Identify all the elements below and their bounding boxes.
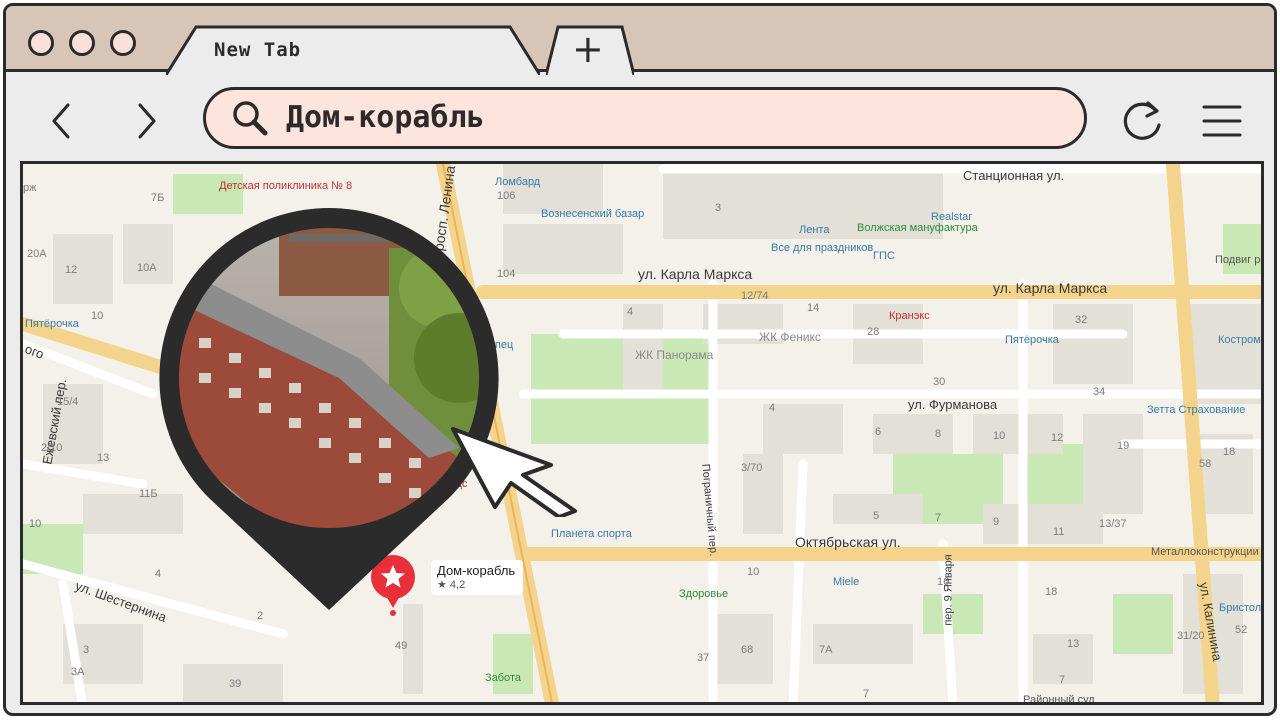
poi-label[interactable]: Районный суд xyxy=(1023,694,1095,702)
poi-label[interactable]: Вознесенский базар xyxy=(541,208,644,220)
house-number: 20А xyxy=(27,248,47,260)
poi-label[interactable]: Пятёрочка xyxy=(1005,334,1059,346)
house-number: 49 xyxy=(395,640,408,652)
plus-icon: + xyxy=(572,27,604,71)
house-number: 7 xyxy=(863,688,870,700)
house-number: 3 xyxy=(715,202,722,214)
address-bar[interactable]: Дом-корабль xyxy=(203,87,1087,149)
house-number: 37 xyxy=(697,652,710,664)
poi-label[interactable]: Кранэкс xyxy=(889,310,930,322)
close-window-button[interactable] xyxy=(28,30,54,56)
house-number: 3 xyxy=(83,644,90,656)
poi-label[interactable]: ЖК Феникс xyxy=(759,330,821,344)
house-number: 12 xyxy=(1051,432,1064,444)
poi-label[interactable]: Realstar xyxy=(931,211,972,223)
house-number: 8 xyxy=(935,428,942,440)
house-number: 7 xyxy=(1059,674,1066,686)
house-number: 58 xyxy=(1199,458,1212,470)
house-number: 7 xyxy=(935,512,942,524)
poi-label[interactable]: Кострома ювелирный xyxy=(1218,334,1261,346)
house-number: 13/37 xyxy=(1099,518,1127,530)
tab-strip: New Tab + xyxy=(6,6,1274,75)
house-number: 5 xyxy=(873,510,880,522)
street-label: Октябрьская ул. xyxy=(795,534,901,550)
hamburger-menu-icon[interactable] xyxy=(1201,101,1243,141)
poi-label[interactable]: Все для праздников xyxy=(771,242,873,254)
house-number: 68 xyxy=(741,644,754,656)
house-number: 13 xyxy=(1067,638,1080,650)
house-number: 10 xyxy=(993,430,1006,442)
poi-label[interactable]: Пятёрочка xyxy=(25,318,79,330)
street-label: пер. 9 Января xyxy=(942,554,955,626)
house-number: 6 xyxy=(875,426,882,438)
house-number: 34 xyxy=(1093,386,1106,398)
poi-label[interactable]: Бристоль xyxy=(1219,602,1261,614)
reload-icon[interactable] xyxy=(1118,97,1166,145)
poi-label[interactable]: Забота xyxy=(485,672,521,684)
house-number: 31/20 xyxy=(1177,630,1205,642)
house-number: 11 xyxy=(1053,526,1065,538)
house-number: 10А xyxy=(137,262,157,274)
house-number: 10 xyxy=(29,518,42,530)
poi-label[interactable]: ГПС xyxy=(873,250,895,262)
house-number: 15/4 xyxy=(57,396,79,408)
house-number: 18 xyxy=(1223,446,1236,458)
ship-house-building-photo xyxy=(159,208,499,610)
house-number: 10 xyxy=(91,310,104,322)
house-number: 14 xyxy=(807,302,820,314)
maximize-window-button[interactable] xyxy=(110,30,136,56)
house-number: 3А xyxy=(71,666,85,678)
chevron-left-icon[interactable] xyxy=(46,101,76,141)
poi-label[interactable]: Металлоконструкции xyxy=(1151,546,1259,558)
house-number: 4 xyxy=(627,306,634,318)
house-number: 28 xyxy=(867,326,880,338)
street-label: ул. Карла Маркса xyxy=(993,280,1108,296)
street-label: Станционная ул. xyxy=(963,168,1065,183)
poi-label[interactable]: Зетта Страхование xyxy=(1147,404,1245,416)
search-icon xyxy=(233,101,268,136)
house-number: 16 xyxy=(937,576,950,588)
poi-label[interactable]: Волжская мануфактура xyxy=(857,222,978,234)
poi-label[interactable]: Ломбард xyxy=(495,176,540,188)
pointer-cursor-icon xyxy=(451,427,577,517)
house-number: 2/10 xyxy=(41,442,63,454)
house-number: 4 xyxy=(769,402,776,414)
house-number: 19 xyxy=(1117,440,1130,452)
house-number: 13 xyxy=(97,452,110,464)
house-number: 30 xyxy=(933,376,946,388)
poi-label[interactable]: Miele xyxy=(833,576,859,588)
house-number: 7Б xyxy=(151,192,165,204)
search-query-text: Дом-корабль xyxy=(286,100,485,135)
tab-title: New Tab xyxy=(214,39,302,61)
house-number: рж xyxy=(23,182,37,194)
poi-label[interactable]: Лента xyxy=(799,224,829,236)
house-number: 52 xyxy=(1235,624,1248,636)
browser-window: New Tab + Дом-корабль Станционная ул. ул… xyxy=(3,3,1277,716)
house-number: 3/70 xyxy=(741,462,763,474)
house-number: 104 xyxy=(497,268,516,280)
house-number: 10 xyxy=(747,566,760,578)
browser-toolbar: Дом-корабль xyxy=(6,75,1274,161)
house-number: 18 xyxy=(1045,586,1058,598)
house-number: 9 xyxy=(993,516,1000,528)
poi-label[interactable]: ЖК Панорама xyxy=(635,348,713,362)
map-viewport[interactable]: Станционная ул. ул. Карла Маркса ул. Кар… xyxy=(20,161,1264,705)
minimize-window-button[interactable] xyxy=(69,30,95,56)
house-number: 12 xyxy=(65,264,78,276)
chevron-right-icon[interactable] xyxy=(132,101,162,141)
house-number: 12/74 xyxy=(741,290,769,302)
house-number: 106 xyxy=(497,190,516,202)
house-number: 32 xyxy=(1075,314,1088,326)
street-label: ул. Карла Маркса xyxy=(638,266,753,282)
poi-label[interactable]: Подвиг революции xyxy=(1215,254,1261,266)
house-number: 7А xyxy=(819,644,833,656)
poi-label[interactable]: Здоровье xyxy=(679,588,728,600)
poi-label[interactable]: Планета спорта xyxy=(551,528,632,540)
street-label: ул. Фурманова xyxy=(908,397,998,412)
house-number: 39 xyxy=(229,678,242,690)
house-number: 11Б xyxy=(139,488,158,500)
poi-label[interactable]: Детская поликлиника № 8 xyxy=(219,180,352,192)
